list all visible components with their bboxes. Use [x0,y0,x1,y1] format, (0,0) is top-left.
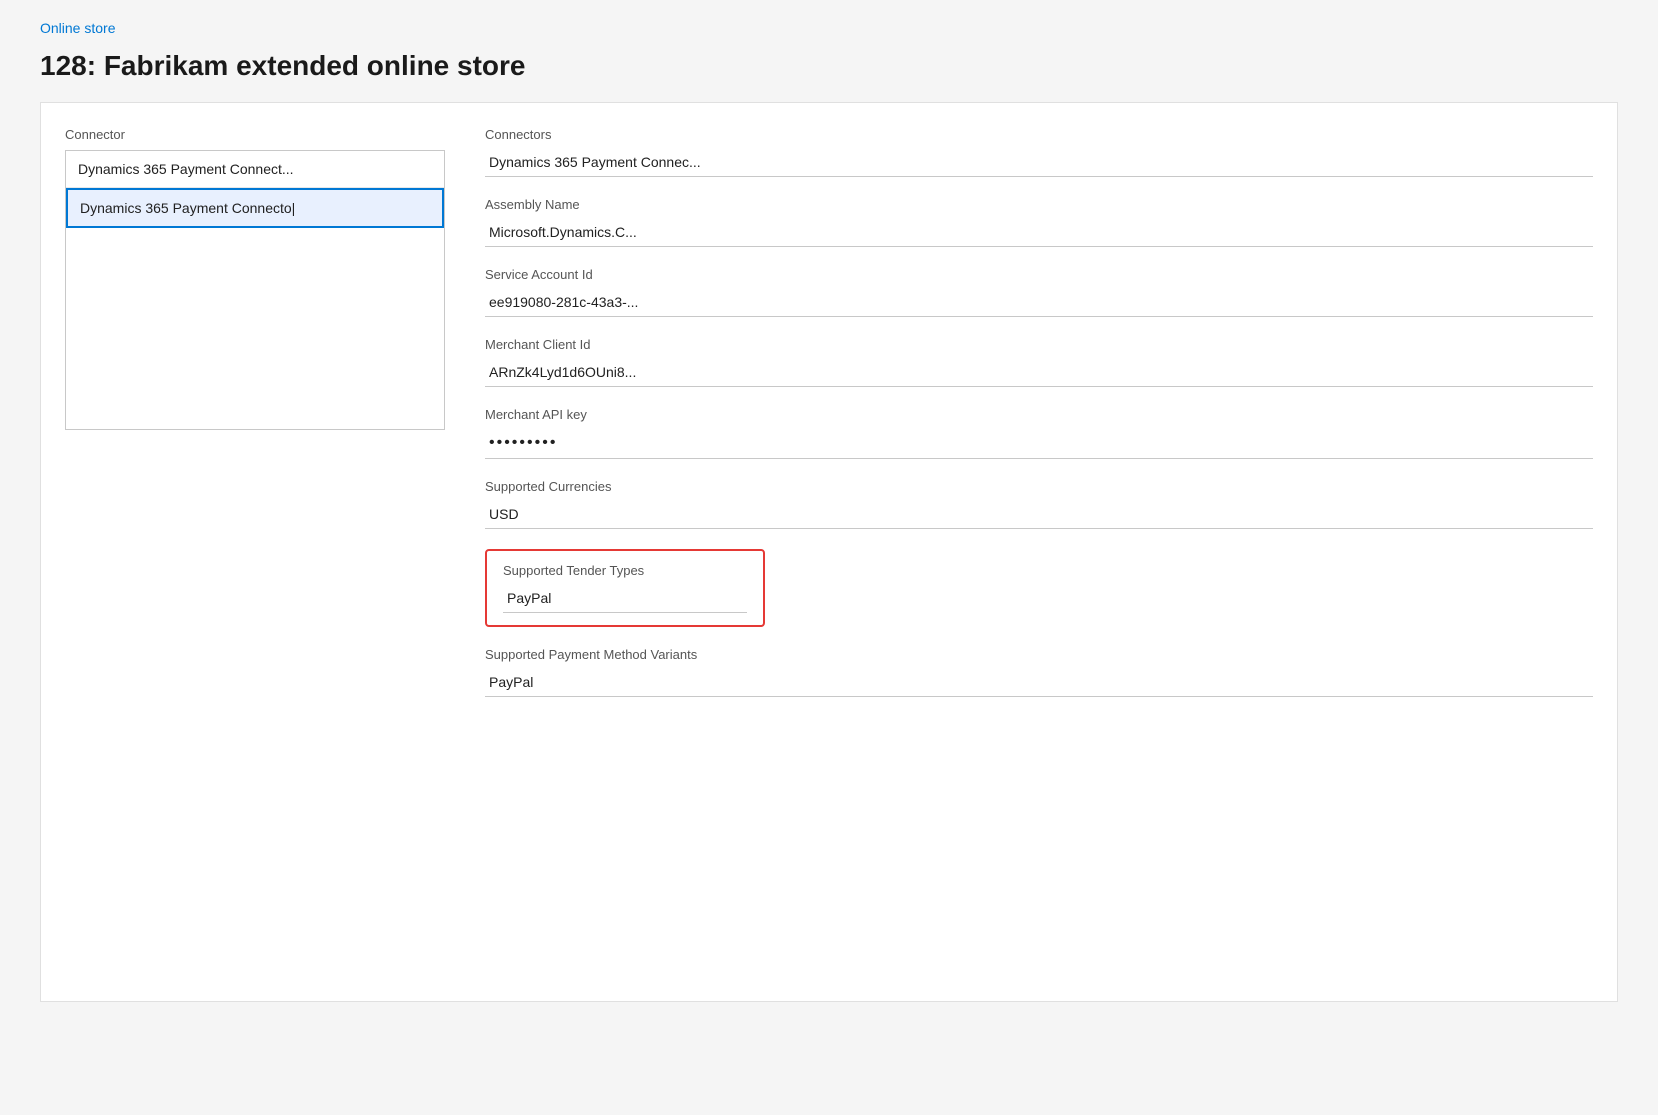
field-label-merchant_api_key: Merchant API key [485,407,1593,422]
field-value-merchant_client_id: ARnZk4Lyd1d6OUni8... [485,358,1593,387]
field-group-supported_tender_types: Supported Tender Types PayPal [485,549,765,627]
field-group-service_account_id: Service Account Id ee919080-281c-43a3-... [485,267,1593,317]
field-value-supported_payment_method_variants: PayPal [485,668,1593,697]
field-group-assembly_name: Assembly Name Microsoft.Dynamics.C... [485,197,1593,247]
field-label-service_account_id: Service Account Id [485,267,1593,282]
breadcrumb: Online store [40,20,1618,38]
field-value-assembly_name: Microsoft.Dynamics.C... [485,218,1593,247]
field-group-merchant_api_key: Merchant API key ••••••••• [485,407,1593,459]
connector-list: Dynamics 365 Payment Connect...Dynamics … [65,150,445,430]
field-label-supported_payment_method_variants: Supported Payment Method Variants [485,647,1593,662]
connector-list-item[interactable]: Dynamics 365 Payment Connect... [66,151,444,188]
field-value-supported_tender_types: PayPal [503,584,747,613]
content-area: Connector Dynamics 365 Payment Connect..… [40,102,1618,1002]
field-value-service_account_id: ee919080-281c-43a3-... [485,288,1593,317]
page-container: Online store 128: Fabrikam extended onli… [0,0,1658,1115]
field-label-supported_currencies: Supported Currencies [485,479,1593,494]
right-panel: Connectors Dynamics 365 Payment Connec...… [485,127,1593,977]
connector-panel-label: Connector [65,127,445,142]
field-label-supported_tender_types: Supported Tender Types [503,563,747,578]
page-title: 128: Fabrikam extended online store [40,50,1618,82]
field-group-supported_currencies: Supported Currencies USD [485,479,1593,529]
field-group-supported_payment_method_variants: Supported Payment Method Variants PayPal [485,647,1593,697]
field-value-merchant_api_key: ••••••••• [485,428,1593,459]
field-group-merchant_client_id: Merchant Client Id ARnZk4Lyd1d6OUni8... [485,337,1593,387]
left-panel: Connector Dynamics 365 Payment Connect..… [65,127,445,977]
breadcrumb-link[interactable]: Online store [40,20,115,36]
field-label-merchant_client_id: Merchant Client Id [485,337,1593,352]
field-value-supported_currencies: USD [485,500,1593,529]
field-label-assembly_name: Assembly Name [485,197,1593,212]
connector-list-item[interactable]: Dynamics 365 Payment Connecto| [66,188,444,228]
field-label-connectors: Connectors [485,127,1593,142]
field-value-connectors: Dynamics 365 Payment Connec... [485,148,1593,177]
field-group-connectors: Connectors Dynamics 365 Payment Connec... [485,127,1593,177]
